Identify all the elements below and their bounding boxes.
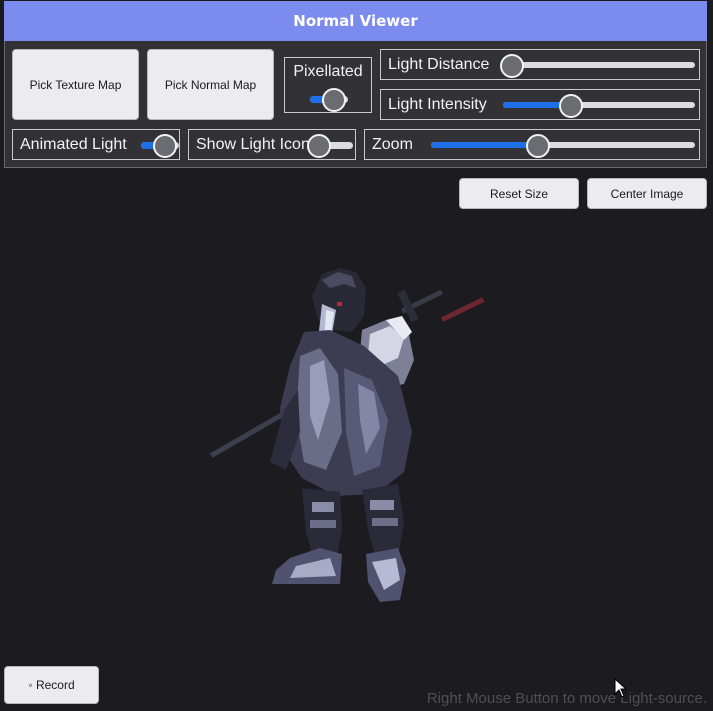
pick-normal-map-button[interactable]: Pick Normal Map	[147, 49, 274, 120]
character-sprite	[270, 268, 414, 602]
status-hint: Right Mouse Button to move Light-source.	[426, 690, 707, 707]
zoom-label: Zoom	[372, 135, 413, 153]
light-distance-slider[interactable]	[499, 53, 695, 78]
animated-light-group[interactable]: Animated Light	[12, 129, 180, 160]
zoom-group: Zoom	[364, 129, 700, 160]
pixellated-toggle-group[interactable]: Pixellated	[284, 57, 372, 113]
window-title: Normal Viewer	[4, 1, 707, 41]
sprite-preview	[210, 268, 485, 602]
pick-texture-map-button[interactable]: Pick Texture Map	[12, 49, 139, 120]
animated-light-toggle[interactable]	[141, 133, 179, 158]
light-intensity-slider[interactable]	[503, 93, 695, 118]
show-light-icon-group[interactable]: Show Light Icon	[188, 129, 356, 160]
light-distance-label: Light Distance	[388, 55, 490, 73]
image-canvas[interactable]	[0, 170, 713, 660]
zoom-slider[interactable]	[431, 133, 695, 158]
pixellated-toggle-thumb[interactable]	[322, 87, 346, 112]
zoom-fill	[431, 141, 537, 148]
light-intensity-thumb[interactable]	[559, 93, 584, 118]
animated-light-toggle-thumb[interactable]	[153, 133, 177, 158]
pixellated-toggle[interactable]	[310, 87, 348, 112]
mouse-pointer-icon	[614, 677, 628, 702]
light-intensity-group: Light Intensity	[380, 89, 700, 120]
light-distance-thumb[interactable]	[499, 53, 524, 78]
light-intensity-label: Light Intensity	[388, 95, 487, 113]
record-button[interactable]: ◦ Record	[4, 666, 99, 704]
show-light-icon-toggle[interactable]	[307, 133, 353, 158]
pixellated-label: Pixellated	[293, 63, 363, 80]
show-light-icon-toggle-thumb[interactable]	[307, 133, 331, 158]
light-distance-group: Light Distance	[380, 49, 700, 80]
animated-light-label: Animated Light	[20, 135, 127, 153]
control-panel: Pick Texture Map Pick Normal Map Pixella…	[4, 41, 707, 168]
normal-viewer-app: Normal Viewer Pick Texture Map Pick Norm…	[0, 0, 713, 711]
zoom-thumb[interactable]	[525, 133, 550, 158]
show-light-icon-label: Show Light Icon	[196, 135, 310, 153]
